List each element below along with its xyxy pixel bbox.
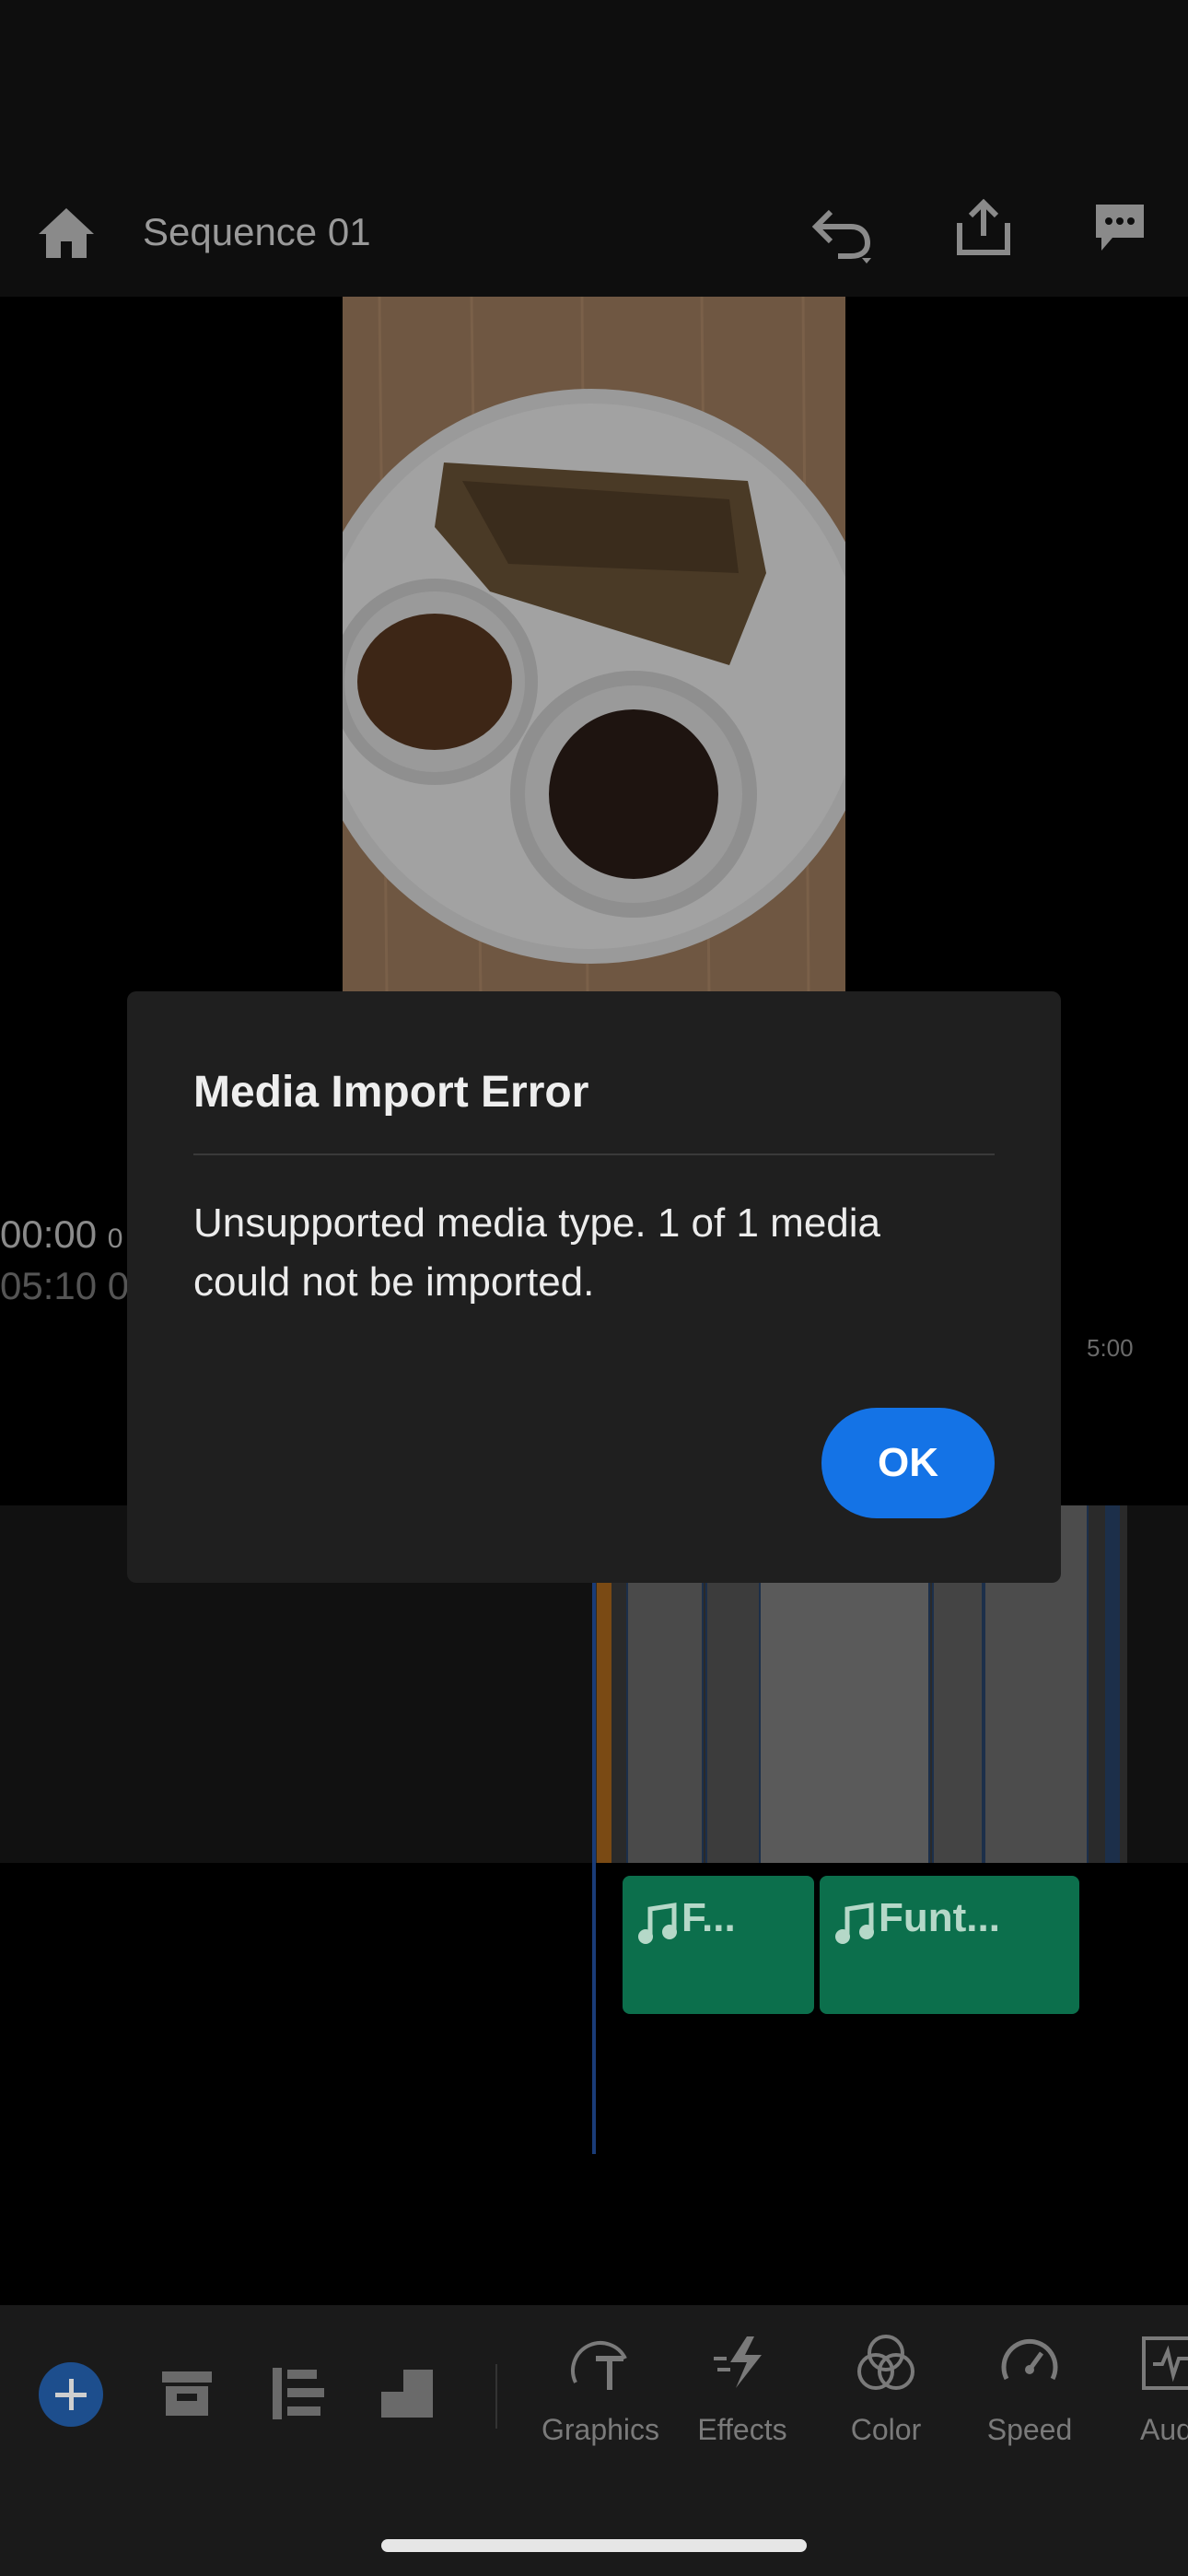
audio-clip-label: F... xyxy=(681,1895,736,1940)
playhead[interactable] xyxy=(592,1505,596,2154)
color-icon xyxy=(857,2335,914,2390)
add-media-button[interactable] xyxy=(39,2362,103,2427)
home-indicator[interactable] xyxy=(381,2539,807,2552)
audio-icon xyxy=(1142,2336,1188,2390)
tool-effects[interactable]: Effects xyxy=(678,2331,807,2447)
tool-speed[interactable]: Speed xyxy=(965,2331,1094,2447)
archive-icon[interactable] xyxy=(158,2368,215,2419)
home-icon[interactable] xyxy=(37,205,96,260)
sequence-title: Sequence 01 xyxy=(143,210,371,253)
share-icon[interactable] xyxy=(954,198,1013,258)
tool-audio[interactable]: Aud xyxy=(1101,2331,1188,2447)
music-note-icon xyxy=(638,1903,677,1944)
tool-graphics[interactable]: Graphics xyxy=(536,2331,665,2447)
music-note-icon xyxy=(835,1903,874,1944)
dialog-message: Unsupported media type. 1 of 1 media cou… xyxy=(193,1200,881,1305)
graphics-icon xyxy=(571,2341,627,2390)
dialog-divider xyxy=(193,1153,995,1155)
speed-icon xyxy=(1001,2338,1058,2381)
comment-icon[interactable] xyxy=(1092,201,1147,254)
toolbar-divider xyxy=(495,2364,497,2429)
undo-icon[interactable] xyxy=(810,203,877,265)
tool-color[interactable]: Color xyxy=(821,2331,950,2447)
video-preview-frame xyxy=(343,297,845,993)
aspect-ratio-icon[interactable] xyxy=(379,2366,437,2418)
status-bar-area xyxy=(0,0,1188,193)
audio-clip[interactable]: Funt... xyxy=(820,1876,1079,2014)
total-duration: 05:10 0 xyxy=(0,1264,130,1307)
effects-icon xyxy=(714,2336,762,2388)
audio-clip-label: Funt... xyxy=(879,1895,1000,1940)
audio-clip[interactable]: F... xyxy=(623,1876,814,2014)
media-import-error-dialog: Media Import Error Unsupported media typ… xyxy=(127,991,1061,1583)
layers-icon[interactable] xyxy=(271,2366,328,2419)
ok-button[interactable]: OK xyxy=(821,1408,995,1518)
current-timecode: 00:00 0 xyxy=(0,1212,123,1256)
food-plate-image xyxy=(343,297,845,993)
ruler-time-label: 5:00 xyxy=(1087,1334,1134,1362)
track-end-marker xyxy=(1105,1505,1120,1863)
dialog-title: Media Import Error xyxy=(193,1068,589,1117)
